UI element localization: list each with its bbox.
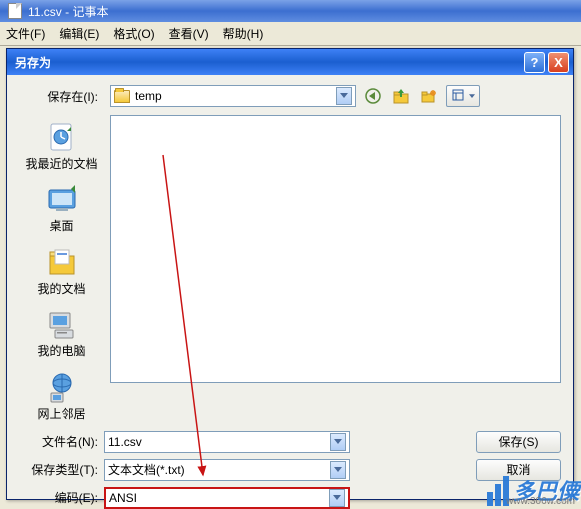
close-button[interactable]: X: [548, 52, 569, 73]
folder-icon: [114, 90, 130, 103]
menu-edit[interactable]: 编辑(E): [59, 25, 99, 42]
places-bar: 我最近的文档 桌面 我的文档 我的电脑 网上邻居: [19, 113, 104, 425]
encoding-label: 编码(E):: [19, 489, 104, 506]
back-button[interactable]: [362, 85, 384, 107]
menu-view[interactable]: 查看(V): [169, 25, 209, 42]
place-network[interactable]: 网上邻居: [22, 367, 102, 425]
new-folder-button[interactable]: [418, 85, 440, 107]
file-list[interactable]: [110, 115, 561, 383]
save-button[interactable]: 保存(S): [476, 431, 561, 453]
filename-label: 文件名(N):: [19, 433, 104, 450]
place-recent[interactable]: 我最近的文档: [22, 117, 102, 175]
watermark: 多巴僳 www.306w.com: [487, 474, 579, 506]
document-icon: [8, 3, 22, 19]
app-titlebar: 11.csv - 记事本: [0, 0, 581, 22]
up-one-level-button[interactable]: [390, 85, 412, 107]
menu-format[interactable]: 格式(O): [113, 25, 154, 42]
filetype-combo[interactable]: 文本文档(*.txt): [104, 459, 350, 481]
filename-input[interactable]: 11.csv: [104, 431, 350, 453]
place-mypc[interactable]: 我的电脑: [22, 304, 102, 362]
filetype-label: 保存类型(T):: [19, 461, 104, 478]
menu-file[interactable]: 文件(F): [6, 25, 45, 42]
save-in-row: 保存在(I): temp: [7, 75, 573, 113]
app-title: 11.csv - 记事本: [28, 3, 108, 20]
dialog-title: 另存为: [15, 54, 51, 71]
chevron-down-icon[interactable]: [330, 461, 346, 479]
save-in-combo[interactable]: temp: [110, 85, 356, 107]
app-menubar: 文件(F) 编辑(E) 格式(O) 查看(V) 帮助(H): [0, 22, 581, 46]
chevron-down-icon[interactable]: [329, 489, 345, 507]
save-in-label: 保存在(I):: [19, 88, 104, 105]
chevron-down-icon[interactable]: [336, 87, 352, 105]
chevron-down-icon[interactable]: [330, 433, 346, 451]
save-in-value: temp: [135, 89, 336, 103]
help-button[interactable]: ?: [524, 52, 545, 73]
place-mydocs[interactable]: 我的文档: [22, 242, 102, 300]
dialog-titlebar: 另存为 ? X: [7, 49, 573, 75]
menu-help[interactable]: 帮助(H): [223, 25, 264, 42]
place-desktop[interactable]: 桌面: [22, 179, 102, 237]
encoding-combo[interactable]: ANSI: [104, 487, 350, 509]
view-menu-button[interactable]: [446, 85, 480, 107]
save-as-dialog: 另存为 ? X 保存在(I): temp 我最近的文档 桌面: [6, 48, 574, 500]
